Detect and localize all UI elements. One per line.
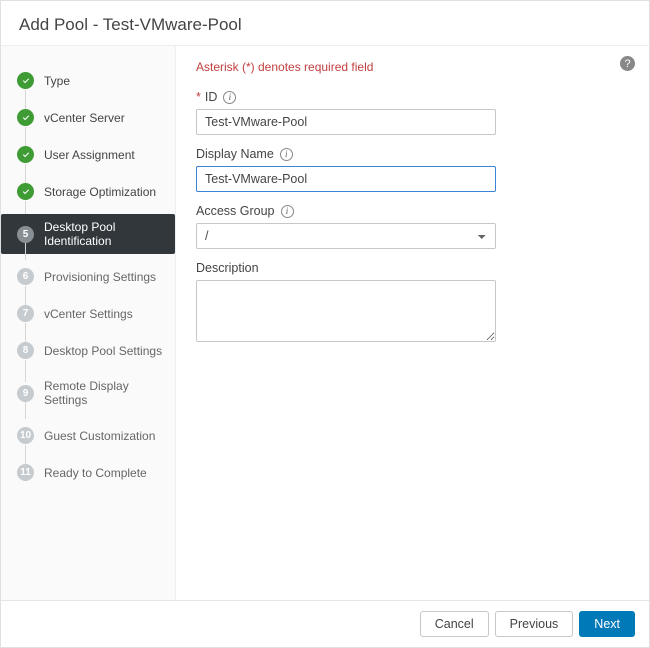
wizard-step-5[interactable]: 5 Desktop Pool Identification (1, 214, 175, 254)
wizard-step-8[interactable]: 8 Desktop Pool Settings (1, 336, 175, 365)
check-icon (17, 72, 34, 89)
id-label: * ID i (196, 90, 629, 104)
step-label: Type (44, 74, 70, 88)
step-label: vCenter Server (44, 111, 125, 125)
check-icon (17, 109, 34, 126)
next-button[interactable]: Next (579, 611, 635, 637)
step-label: vCenter Settings (44, 307, 133, 321)
description-row: Description (196, 261, 629, 345)
step-label: Ready to Complete (44, 466, 147, 480)
dialog-header: Add Pool - Test-VMware-Pool (1, 1, 649, 46)
id-row: * ID i (196, 90, 629, 135)
access-group-label-text: Access Group (196, 204, 275, 218)
step-label: Guest Customization (44, 429, 155, 443)
access-group-label: Access Group i (196, 204, 629, 218)
description-label: Description (196, 261, 629, 275)
required-star: * (196, 90, 201, 104)
wizard-step-7[interactable]: 7 vCenter Settings (1, 299, 175, 328)
wizard-step-3[interactable]: User Assignment (1, 140, 175, 169)
info-icon[interactable]: i (280, 148, 293, 161)
wizard-step-9[interactable]: 9 Remote Display Settings (1, 373, 175, 413)
display-name-input[interactable] (196, 166, 496, 192)
check-icon (17, 183, 34, 200)
wizard-step-1[interactable]: Type (1, 66, 175, 95)
step-label: Desktop Pool Identification (44, 220, 165, 248)
step-number-badge: 5 (17, 226, 34, 243)
wizard-step-2[interactable]: vCenter Server (1, 103, 175, 132)
step-label: Desktop Pool Settings (44, 344, 162, 358)
info-icon[interactable]: i (281, 205, 294, 218)
description-textarea[interactable] (196, 280, 496, 342)
step-number-badge: 11 (17, 464, 34, 481)
step-number-badge: 6 (17, 268, 34, 285)
access-group-select[interactable]: / (196, 223, 496, 249)
check-icon (17, 146, 34, 163)
wizard-step-11[interactable]: 11 Ready to Complete (1, 458, 175, 487)
step-number-badge: 9 (17, 385, 34, 402)
step-label: Remote Display Settings (44, 379, 165, 407)
description-label-text: Description (196, 261, 259, 275)
wizard-sidebar: Type vCenter Server User Assignment Storage… (1, 46, 176, 600)
display-name-label-text: Display Name (196, 147, 274, 161)
step-number-badge: 8 (17, 342, 34, 359)
step-label: User Assignment (44, 148, 135, 162)
step-label: Storage Optimization (44, 185, 156, 199)
cancel-button[interactable]: Cancel (420, 611, 489, 637)
step-number-badge: 7 (17, 305, 34, 322)
info-icon[interactable]: i (223, 91, 236, 104)
id-label-text: ID (205, 90, 218, 104)
form-panel: ? Asterisk (*) denotes required field * … (176, 46, 649, 600)
display-name-label: Display Name i (196, 147, 629, 161)
previous-button[interactable]: Previous (495, 611, 574, 637)
wizard-step-6[interactable]: 6 Provisioning Settings (1, 262, 175, 291)
required-field-note: Asterisk (*) denotes required field (196, 60, 629, 74)
dialog-footer: Cancel Previous Next (1, 600, 649, 647)
help-icon[interactable]: ? (620, 56, 635, 71)
step-label: Provisioning Settings (44, 270, 156, 284)
dialog-content: Type vCenter Server User Assignment Storage… (1, 46, 649, 600)
id-input[interactable] (196, 109, 496, 135)
step-number-badge: 10 (17, 427, 34, 444)
wizard-step-10[interactable]: 10 Guest Customization (1, 421, 175, 450)
wizard-step-4[interactable]: Storage Optimization (1, 177, 175, 206)
access-group-row: Access Group i / (196, 204, 629, 249)
page-title: Add Pool - Test-VMware-Pool (19, 15, 631, 35)
display-name-row: Display Name i (196, 147, 629, 192)
